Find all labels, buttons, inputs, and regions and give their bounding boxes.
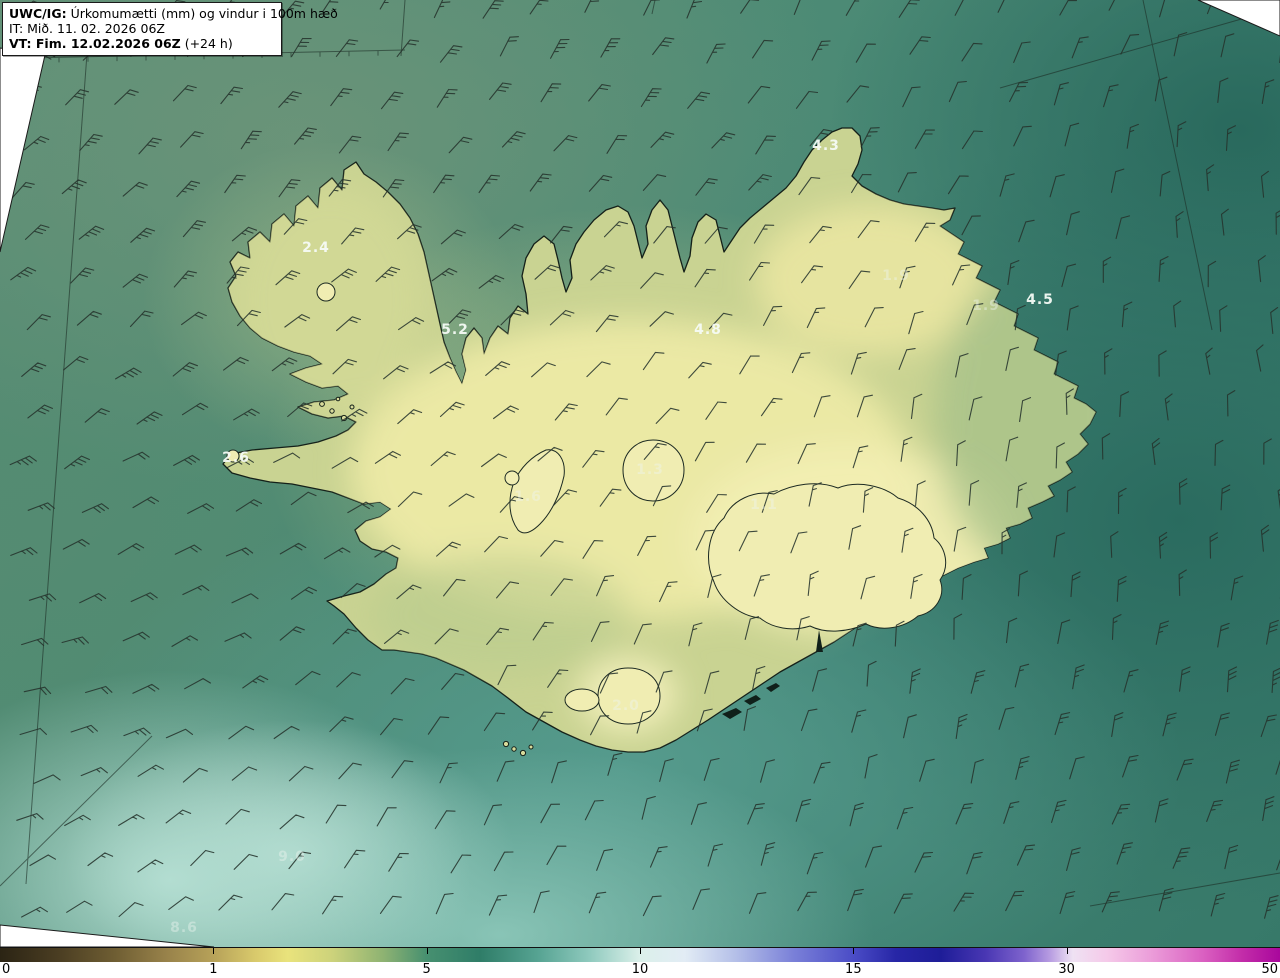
map-value-label: 2.4 — [302, 240, 330, 256]
map-value-label: 2.6 — [222, 450, 250, 466]
product-text: Úrkomumætti (mm) og vindur i 100m hæð — [66, 6, 338, 21]
valid-label: VT: — [9, 36, 32, 51]
map-value-label: 4.3 — [812, 138, 840, 154]
map-value-label: 1.1 — [750, 497, 778, 513]
colorbar-tick-label: 30 — [1058, 962, 1075, 977]
colorbar-tick-label: 50 — [1261, 962, 1278, 977]
map-value-label: 1.9 — [882, 268, 910, 284]
colorbar-tick — [1066, 948, 1068, 954]
map-value-label: 2.0 — [612, 698, 640, 714]
colorbar-tick — [640, 948, 641, 954]
colorbar-tick-label: 10 — [631, 962, 649, 977]
map-value-label: 1.9 — [972, 298, 1000, 314]
weather-map-app: 4.3 2.4 5.2 4.8 1.9 1.9 4.5 2.6 1.6 1.3 1.1 2.0 9.0 8… — [0, 0, 1280, 978]
colorbar-tick — [426, 948, 428, 954]
valid-text: Fim. 12.02.2026 06Z — [31, 36, 181, 51]
valid-time: VT: Fim. 12.02.2026 06Z (+24 h) — [9, 36, 275, 51]
map-value-label: 9.0 — [278, 849, 306, 865]
product-title: UWC/IG: Úrkomumætti (mm) og vindur i 100… — [9, 6, 338, 21]
colorbar-tick-label: 1 — [209, 962, 218, 977]
product-label: UWC/IG: — [9, 6, 67, 21]
colorbar-tick-label: 5 — [422, 962, 431, 977]
init-label: IT: — [9, 21, 24, 36]
colorbar-gradient — [0, 947, 1280, 963]
map-value-label: 4.5 — [1026, 292, 1054, 308]
map-value-label: 1.3 — [636, 462, 664, 478]
map-value-label: 5.2 — [441, 322, 469, 338]
map-value-label: 4.8 — [694, 322, 722, 338]
wind-barbs — [9, 0, 1280, 919]
colorbar-labels: 0 1 5 10 15 30 50 — [0, 962, 1280, 978]
map-canvas: 4.3 2.4 5.2 4.8 1.9 1.9 4.5 2.6 1.6 1.3 1.1 2.0 9.0 8… — [0, 0, 1280, 947]
colorbar-tick — [213, 948, 215, 954]
init-time: IT: Mið. 11. 02. 2026 06Z — [9, 21, 275, 36]
init-text: Mið. 11. 02. 2026 06Z — [23, 21, 165, 36]
colorbar: 0 1 5 10 15 30 50 — [0, 947, 1280, 978]
map-value-label: 8.6 — [170, 920, 198, 936]
colorbar-tick — [853, 948, 855, 954]
map-value-label: 1.6 — [514, 489, 542, 505]
title-box: UWC/IG: Úrkomumætti (mm) og vindur i 100… — [2, 2, 338, 56]
colorbar-tick-label: 15 — [845, 962, 862, 977]
valid-suffix: (+24 h) — [180, 36, 233, 51]
colorbar-tick-label: 0 — [2, 962, 11, 977]
